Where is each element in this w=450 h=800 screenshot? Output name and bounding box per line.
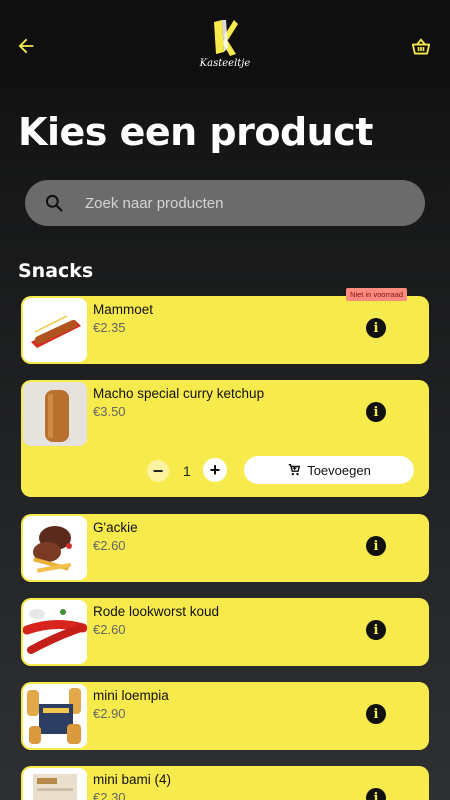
search-bar[interactable] [25,180,425,226]
product-image [23,600,87,664]
section-title: Snacks [18,260,94,282]
product-image [23,298,87,362]
product-price: €2.35 [93,320,126,335]
logo-k-icon [214,20,238,56]
product-card[interactable]: G'ackie €2.60 i [21,514,429,582]
arrow-left-icon [18,38,34,54]
add-to-cart-label: Toevoegen [307,462,371,478]
cart-add-icon [288,464,301,476]
stock-badge: Niet in voorraad [346,288,407,301]
quantity-stepper: − 1 + Toevoegen [147,456,417,484]
back-button[interactable] [12,32,40,60]
quantity-value: 1 [183,463,191,479]
product-price: €2.30 [93,790,126,800]
product-image [23,516,87,580]
product-card[interactable]: mini bami (4) €2.30 i [21,766,429,800]
logo: Kasteeltje [196,18,254,74]
search-input[interactable] [85,194,385,212]
product-name: mini bami (4) [93,772,172,787]
add-to-cart-button[interactable]: Toevoegen [244,456,414,484]
product-card[interactable]: Mammoet €2.35 Niet in voorraad i [21,288,429,364]
top-bar: Kasteeltje [0,0,450,88]
product-image [23,684,87,748]
product-name: Rode lookworst koud [93,604,220,619]
product-image [23,768,87,800]
info-icon[interactable]: i [366,620,386,640]
product-name: Macho special curry ketchup [93,386,265,401]
product-card[interactable]: mini loempia €2.90 i [21,682,429,750]
product-price: €2.60 [93,538,126,553]
info-icon[interactable]: i [366,318,386,338]
product-name: mini loempia [93,688,169,703]
info-icon[interactable]: i [366,704,386,724]
info-icon[interactable]: i [366,788,386,800]
product-price: €2.60 [93,622,126,637]
product-card[interactable]: Rode lookworst koud €2.60 i [21,598,429,666]
product-price: €3.50 [93,404,126,419]
info-icon[interactable]: i [366,402,386,422]
product-image [23,382,87,446]
basket-button[interactable] [408,34,434,60]
product-price: €2.90 [93,706,126,721]
info-icon[interactable]: i [366,536,386,556]
search-icon [43,192,65,214]
logo-text: Kasteeltje [199,58,251,69]
product-name: Mammoet [93,302,154,317]
basket-icon [411,38,431,55]
increase-button[interactable]: + [203,458,227,482]
product-name: G'ackie [93,520,138,535]
page-title: Kies een product [18,110,373,154]
product-card[interactable]: Macho special curry ketchup €3.50 i − 1 … [21,380,429,497]
decrease-button[interactable]: − [147,460,169,482]
